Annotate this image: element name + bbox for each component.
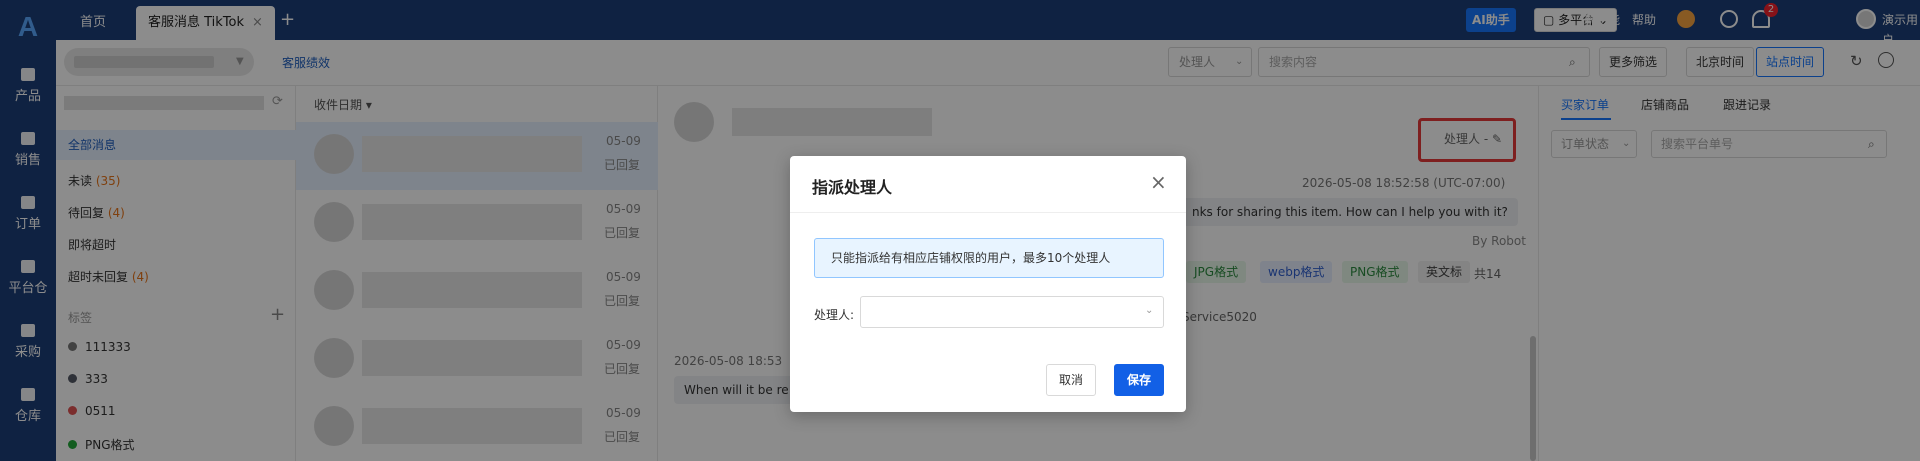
dialog-divider: [790, 212, 1186, 213]
info-notice: 只能指派给有相应店铺权限的用户，最多10个处理人: [814, 238, 1164, 278]
dialog-title: 指派处理人: [812, 178, 893, 197]
close-icon[interactable]: ×: [1150, 170, 1167, 194]
assign-handler-dialog: 指派处理人 × 只能指派给有相应店铺权限的用户，最多10个处理人 处理人: ⌄ …: [790, 156, 1186, 412]
assignee-select[interactable]: ⌄: [860, 296, 1164, 328]
app-window: A 产品 销售 订单 平台仓 采购 仓库 首页 客服消息 TikTok× +: [0, 0, 1920, 461]
cancel-button[interactable]: 取消: [1046, 364, 1097, 396]
assignee-field-label: 处理人:: [814, 308, 855, 322]
chevron-down-icon: ⌄: [1145, 305, 1154, 316]
save-button[interactable]: 保存: [1114, 364, 1165, 396]
